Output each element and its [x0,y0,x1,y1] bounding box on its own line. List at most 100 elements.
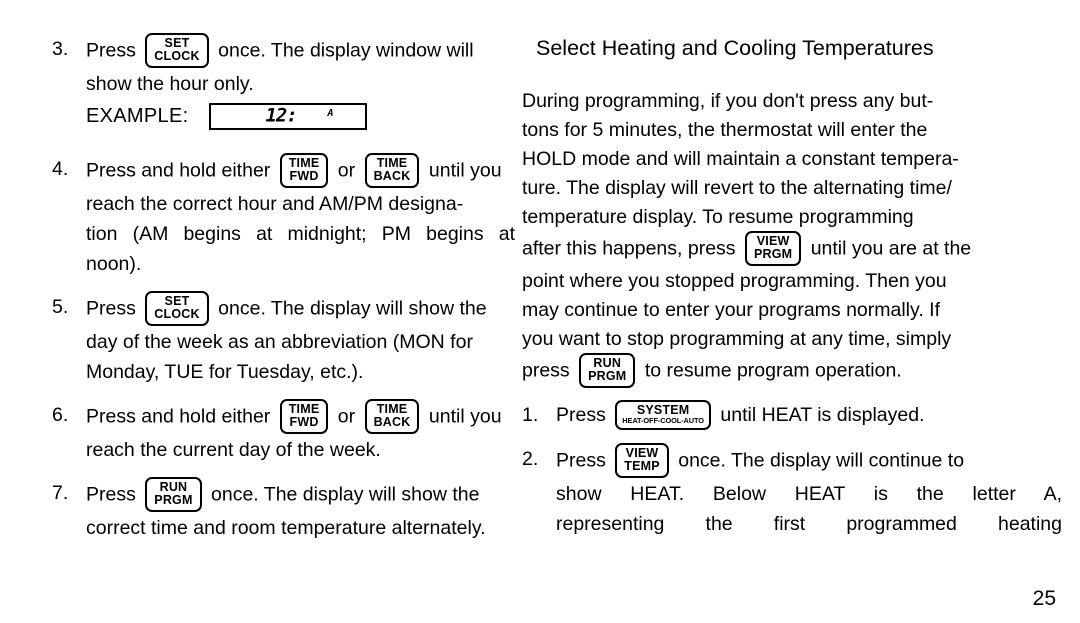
step-line: correct time and room temperature altern… [86,517,486,539]
step-body: Press VIEW TEMP once. The display will c… [556,442,1062,539]
lcd-example: EXAMPLE: 12: A [86,101,515,131]
step-line: reach the correct hour and AM/PM designa… [86,193,464,215]
paragraph-text-post: until you are at the [810,237,972,260]
step-body: Press SET CLOCK once. The display will s… [86,291,515,387]
step-body: Press SET CLOCK once. The display window… [86,33,515,141]
step-body: Press SYSTEM HEAT-OFF-COOL-AUTO until HE… [556,400,1062,431]
button-label-line2: FWD [289,169,319,183]
run-prgm-button[interactable]: RUN PRGM [145,477,202,512]
button-label-line2: PRGM [154,493,193,507]
two-column-layout: 3. Press SET CLOCK once. The display win… [0,0,1080,556]
step-7: 7. Press RUN PRGM once. The display will… [52,477,515,543]
step-line: Press and hold either TIME FWD or TIME B… [86,153,515,189]
paragraph-line: ture. The display will revert to the alt… [522,177,952,199]
view-prgm-button[interactable]: VIEW PRGM [744,231,802,266]
set-clock-button[interactable]: SET CLOCK [145,291,209,326]
paragraph-line: may continue to enter your programs norm… [522,299,940,321]
lcd-display-window: 12: A [209,102,368,130]
lcd-ampm-indicator: A [327,107,334,119]
button-label-line2: BACK [373,169,411,183]
time-back-button[interactable]: TIME BACK [364,153,420,188]
set-clock-button[interactable]: SET CLOCK [145,33,209,68]
step-text-pre: Press and hold either [86,405,271,428]
button-label-line2: BACK [373,415,411,429]
step-text-mid: or [337,405,356,428]
step-text-post: once. The display will show the [211,483,480,506]
step-line: tion (AM begins at midnight; PM begins a… [86,223,515,245]
step-text-pre: Press [86,39,136,62]
step-line: noon). [86,253,142,275]
step-line: show HEAT. Below HEAT is the letter A, [556,482,1062,505]
paragraph-line-with-button: after this happens, press VIEW PRGM unti… [522,231,1062,267]
step-text-post: once. The display will show the [218,297,487,320]
intro-paragraph: During programming, if you don't press a… [522,87,1062,389]
step-text-post: once. The display will continue to [678,449,965,472]
time-back-button[interactable]: TIME BACK [364,399,420,434]
paragraph-line: point where you stopped programming. The… [522,270,947,292]
paragraph-line: temperature display. To resume programmi… [522,206,914,228]
step-number: 2. [522,447,539,470]
paragraph-line: tons for 5 minutes, the thermostat will … [522,119,928,141]
step-text-pre: Press and hold either [86,159,271,182]
paragraph-text-pre: press [522,359,570,382]
section-heading: Select Heating and Cooling Temperatures [536,36,934,60]
step-6: 6. Press and hold either TIME FWD or TIM… [52,399,515,465]
step-text-post: once. The display window will [218,39,474,62]
step-text-pre: Press [556,449,606,472]
time-fwd-button[interactable]: TIME FWD [279,153,329,188]
step-body: Press RUN PRGM once. The display will sh… [86,477,515,543]
time-fwd-button[interactable]: TIME FWD [279,399,329,434]
step-text-post: until you [428,159,502,182]
step-line: day of the week as an abbreviation (MON … [86,331,473,353]
view-temp-button[interactable]: VIEW TEMP [615,442,669,478]
lcd-digits: 12: [265,104,297,127]
page-number: 25 [1032,587,1056,610]
paragraph-line: HOLD mode and will maintain a constant t… [522,148,959,170]
step-line: Monday, TUE for Tuesday, etc.). [86,361,364,383]
step-line: Press VIEW TEMP once. The display will c… [556,442,1062,479]
paragraph-text-post: to resume program operation. [644,359,902,382]
step-number: 5. [52,296,69,318]
paragraph-text-pre: after this happens, press [522,237,736,260]
step-line: reach the current day of the week. [86,439,381,461]
manual-page: 3. Press SET CLOCK once. The display win… [0,0,1080,623]
step-number: 6. [52,404,69,426]
step-body: Press and hold either TIME FWD or TIME B… [86,399,515,465]
step-line: Press SET CLOCK once. The display will s… [86,291,515,327]
run-prgm-button[interactable]: RUN PRGM [579,353,636,388]
step-number: 7. [52,482,69,504]
button-label-line2: CLOCK [154,307,200,321]
left-column: 3. Press SET CLOCK once. The display win… [0,33,515,556]
step-3: 3. Press SET CLOCK once. The display win… [52,33,515,141]
step-line: show the hour only. [86,73,254,95]
step-5: 5. Press SET CLOCK once. The display wil… [52,291,515,387]
step-text-pre: Press [86,297,136,320]
step-number: 1. [522,404,539,426]
step-body: Press and hold either TIME FWD or TIME B… [86,153,515,279]
paragraph-line: During programming, if you don't press a… [522,90,934,112]
step-text-mid: or [337,159,356,182]
step-line: Press SET CLOCK once. The display window… [86,33,515,69]
step-line: Press RUN PRGM once. The display will sh… [86,477,515,513]
button-sublabel: HEAT-OFF-COOL-AUTO [622,416,704,425]
step-4: 4. Press and hold either TIME FWD or TIM… [52,153,515,279]
button-label-line2: PRGM [753,247,793,261]
step-line: representing the first programmed heatin… [556,512,1062,535]
paragraph-line: you want to stop programming at any time… [522,328,952,350]
step-line: Press SYSTEM HEAT-OFF-COOL-AUTO until HE… [556,400,1062,431]
step-number: 4. [52,158,69,180]
button-label-line2: CLOCK [154,49,200,63]
step-text-pre: Press [556,404,606,426]
paragraph-line-with-button: press RUN PRGM to resume program operati… [522,353,1062,389]
right-column: Select Heating and Cooling Temperatures … [515,34,1080,556]
step-1-right: 1. Press SYSTEM HEAT-OFF-COOL-AUTO until… [522,400,1062,431]
button-label-line1: VIEW [625,445,659,460]
step-2-right: 2. Press VIEW TEMP once. The display wil… [522,442,1062,539]
example-label: EXAMPLE: [86,105,189,127]
system-button[interactable]: SYSTEM HEAT-OFF-COOL-AUTO [615,400,711,430]
step-text-post: until you [428,405,502,428]
button-label-line2: FWD [289,415,319,429]
step-line: Press and hold either TIME FWD or TIME B… [86,399,515,435]
button-label-line2: TEMP [624,458,660,473]
